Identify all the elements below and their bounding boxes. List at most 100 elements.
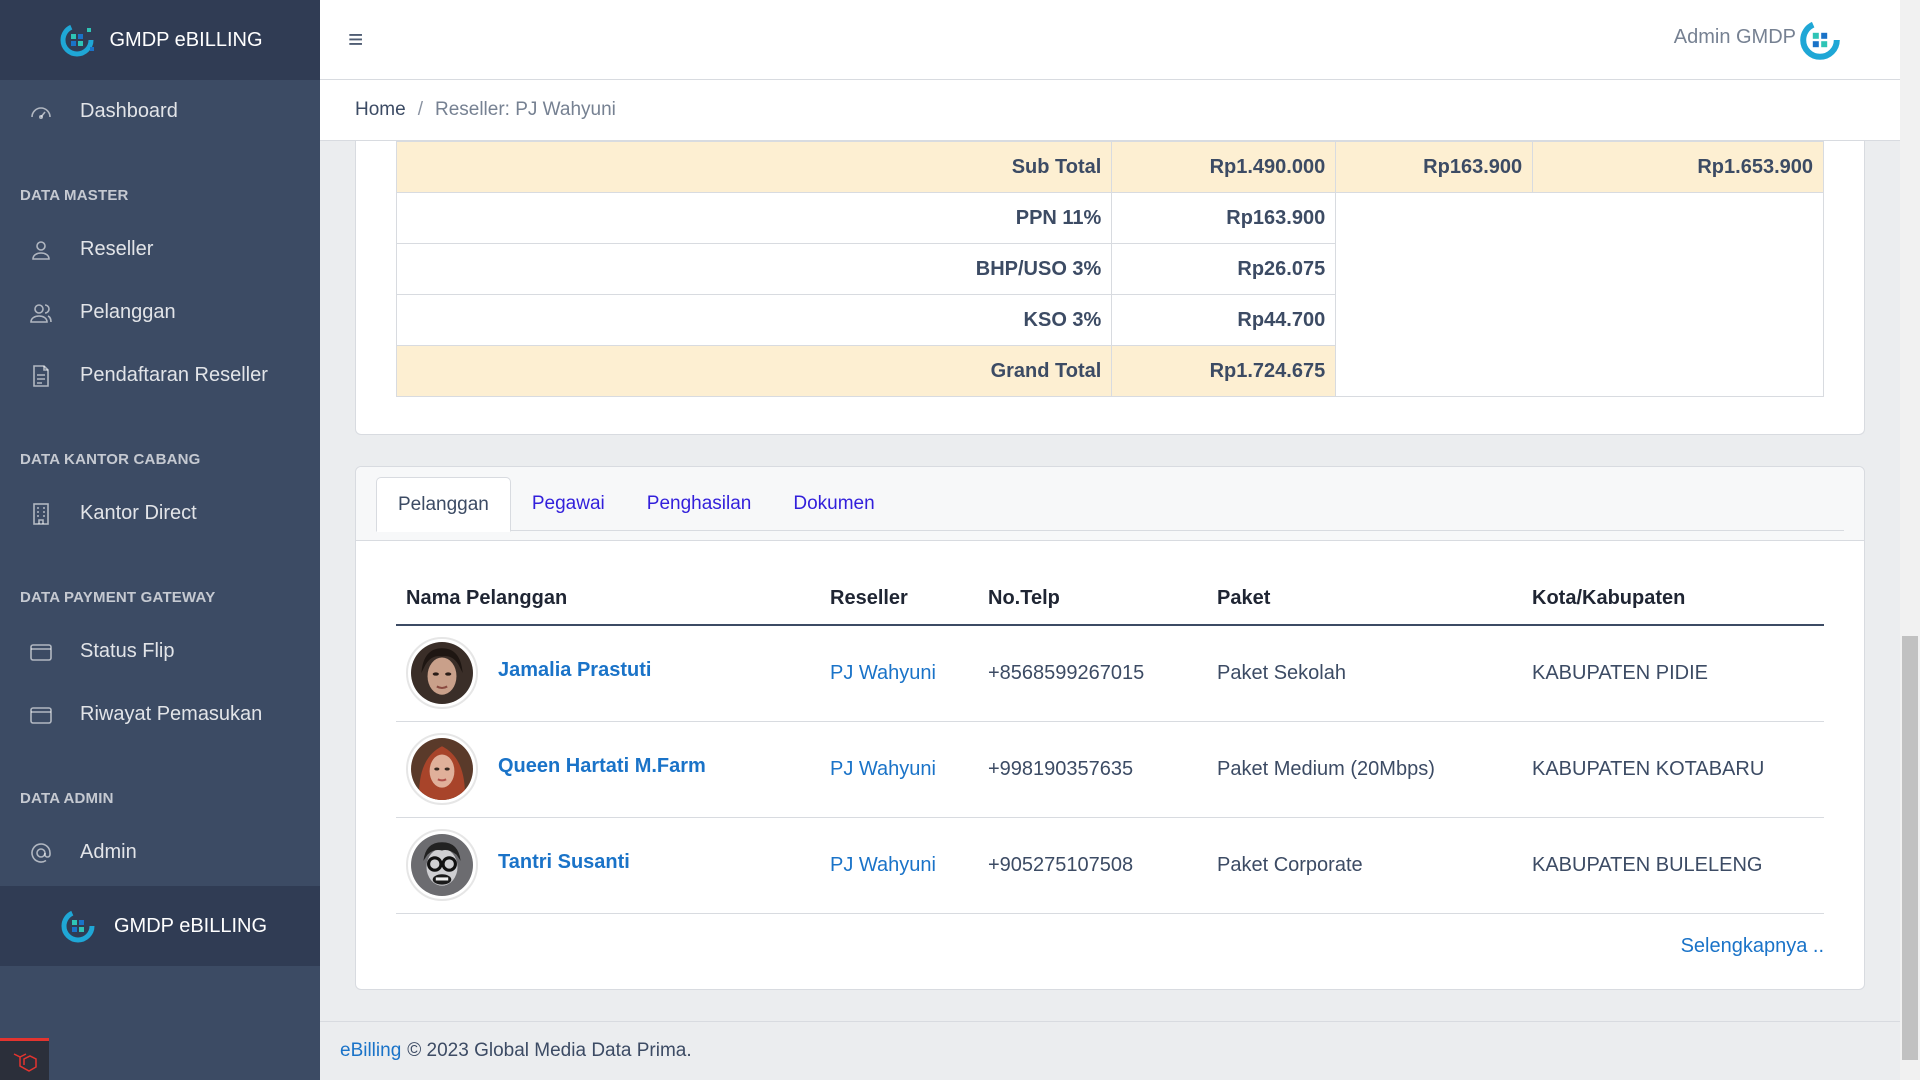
nav-section-title: DATA KANTOR CABANG [20,451,201,468]
total-value: Rp1.490.000 [1111,141,1337,193]
nav-section-title: DATA ADMIN [20,790,114,807]
total-label: Sub Total [395,141,1113,193]
total-value: Rp26.075 [1111,243,1337,295]
gmdp-logo-icon [60,23,95,57]
tab-pelanggan[interactable]: Pelanggan [376,477,511,532]
total-label: Grand Total [395,345,1113,397]
document-icon [28,363,54,389]
card-header: Pelanggan Pegawai Penghasilan Dokumen [356,467,1864,541]
breadcrumb: Home / Reseller: PJ Wahyuni [320,80,1900,141]
sidebar-item-reseller[interactable]: Reseller [0,218,320,281]
user-avatar[interactable] [1796,16,1844,64]
menu-toggle-icon[interactable]: ≡ [348,24,363,55]
column-header: Kota/Kabupaten [1522,573,1824,626]
top-header: ≡ Admin GMDP [320,0,1900,80]
tab-dokumen[interactable]: Dokumen [772,477,895,531]
sidebar-item-label: Kantor Direct [80,502,197,524]
see-more-link[interactable]: Selengkapnya .. [1681,935,1824,958]
reseller-link[interactable]: PJ Wahyuni [830,662,936,684]
breadcrumb-current: Reseller: PJ Wahyuni [434,99,616,120]
phone-cell: +8568599267015 [978,625,1207,722]
breadcrumb-home[interactable]: Home [355,99,406,121]
nav-section-title: DATA PAYMENT GATEWAY [20,589,216,606]
tab-pegawai[interactable]: Pegawai [511,477,626,531]
total-tax-value: Rp163.900 [1335,141,1534,193]
sidebar-brand[interactable]: GMDP eBILLING [0,0,320,80]
avatar [406,637,478,710]
wallet-icon [28,702,54,728]
city-cell: KABUPATEN PIDIE [1522,625,1824,722]
sidebar-item-dashboard[interactable]: Dashboard [0,80,320,143]
package-cell: Paket Sekolah [1207,625,1522,722]
customer-cell: Tantri Susanti [396,817,820,914]
tab-penghasilan[interactable]: Penghasilan [626,477,773,531]
table-row: Tantri Susanti PJ Wahyuni +905275107508 … [396,817,1824,914]
phone-cell: +905275107508 [978,817,1207,914]
people-icon [28,300,54,326]
total-label: KSO 3% [395,294,1113,346]
user-icon [28,237,54,263]
total-combined-value: Rp1.653.900 [1532,141,1824,193]
sidebar-item-label: Admin [80,841,137,863]
table-header-row: Nama Pelanggan Reseller No.Telp Paket Ko… [396,573,1824,626]
customer-name-link[interactable]: Jamalia Prastuti [498,659,651,682]
sidebar-item-label: Dashboard [80,100,178,122]
sidebar-item-kantor-direct[interactable]: Kantor Direct [0,482,320,545]
column-header: Paket [1207,573,1522,626]
sidebar-item-label: Reseller [80,238,154,260]
speedometer-icon [28,99,54,125]
building-icon [28,501,54,527]
sidebar-item-riwayat-pemasukan[interactable]: Riwayat Pemasukan [0,683,320,746]
customer-name-link[interactable]: Queen Hartati M.Farm [498,755,706,778]
sidebar-item-label: Pendaftaran Reseller [80,364,268,386]
at-sign-icon [28,840,54,866]
reseller-link[interactable]: PJ Wahyuni [830,758,936,780]
gmdp-logo-icon [61,909,95,943]
sidebar-footer-brand[interactable]: GMDP eBILLING [0,886,320,966]
empty-cell [1335,192,1824,397]
ppn-row: PPN 11% Rp163.900 [395,192,1824,397]
breadcrumb-separator: / [417,99,423,120]
sidebar-item-pelanggan[interactable]: Pelanggan [0,281,320,344]
total-label: PPN 11% [395,192,1113,244]
reseller-link[interactable]: PJ Wahyuni [830,854,936,876]
total-value: Rp163.900 [1111,192,1337,244]
sidebar: GMDP eBILLING Dashboard DATA MASTER Rese… [0,0,320,1080]
package-cell: Paket Medium (20Mbps) [1207,721,1522,818]
footer-copyright: © 2023 Global Media Data Prima. [407,1040,692,1061]
avatar [406,829,478,901]
totals-table: Sub Total Rp1.490.000 Rp163.900 Rp1.653.… [395,141,1824,397]
city-cell: KABUPATEN BULELENG [1522,817,1824,914]
laravel-debugbar-icon[interactable] [0,1038,49,1080]
sidebar-item-label: Pelanggan [80,301,176,323]
total-value: Rp44.700 [1111,294,1337,346]
brand-name: GMDP eBILLING [109,28,263,51]
total-label: BHP/USO 3% [395,243,1113,295]
page-footer: eBilling © 2023 Global Media Data Prima. [320,1021,1900,1080]
table-row: Queen Hartati M.Farm PJ Wahyuni +9981903… [396,721,1824,818]
sidebar-item-label: Status Flip [80,640,175,662]
sidebar-item-admin[interactable]: Admin [0,821,320,884]
wallet-icon [28,639,54,665]
sidebar-item-status-flip[interactable]: Status Flip [0,620,320,683]
customer-name-link[interactable]: Tantri Susanti [498,851,630,874]
total-value: Rp1.724.675 [1111,345,1337,397]
nav-section-title: DATA MASTER [20,187,129,204]
sidebar-item-pendaftaran-reseller[interactable]: Pendaftaran Reseller [0,344,320,407]
package-cell: Paket Corporate [1207,817,1522,914]
customer-cell: Jamalia Prastuti [396,625,820,722]
customers-table: Nama Pelanggan Reseller No.Telp Paket Ko… [396,573,1824,914]
avatar [406,733,478,805]
footer-link[interactable]: eBilling [340,1040,401,1062]
customer-cell: Queen Hartati M.Farm [396,721,820,818]
customers-card: Pelanggan Pegawai Penghasilan Dokumen Na… [355,466,1865,990]
scrollbar-thumb[interactable] [1902,636,1918,1060]
footer-brand-name: GMDP eBILLING [114,914,268,937]
column-header: No.Telp [978,573,1207,626]
user-name[interactable]: Admin GMDP [1674,26,1796,49]
city-cell: KABUPATEN KOTABARU [1522,721,1824,818]
phone-cell: +998190357635 [978,721,1207,818]
table-row: Jamalia Prastuti PJ Wahyuni +85685992670… [396,625,1824,722]
column-header: Nama Pelanggan [396,573,820,626]
tab-bar: Pelanggan Pegawai Penghasilan Dokumen [376,477,1844,532]
